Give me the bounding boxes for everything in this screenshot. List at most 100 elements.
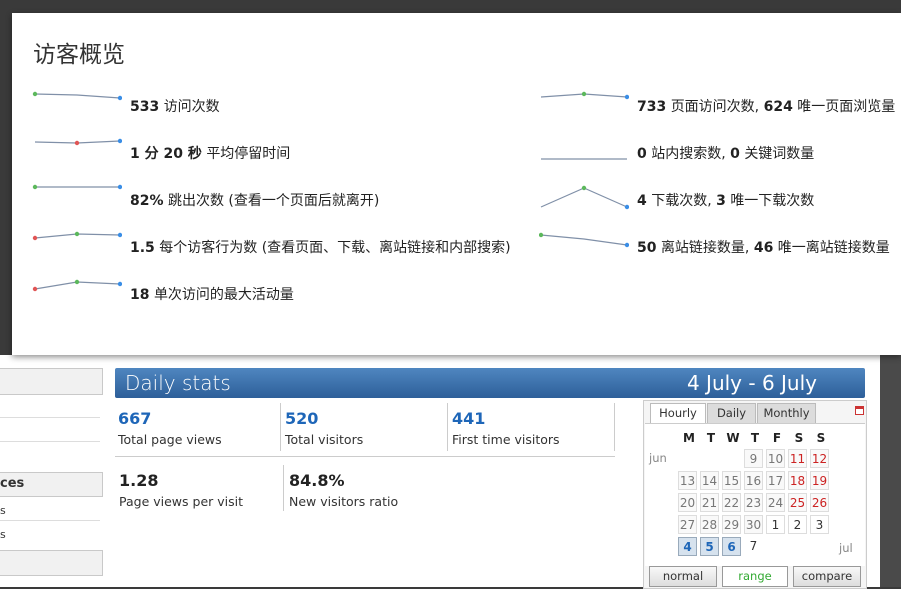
- dashboard-main: ces s s Daily stats 4 July - 6 July 667 …: [0, 355, 880, 589]
- metric-bounce-rate: 82% 跳出次数 (查看一个页面后就离开): [32, 183, 492, 213]
- stat-label: Total visitors: [285, 432, 364, 447]
- metric-value-2: 624: [763, 99, 793, 115]
- metric-label-2: 关键词数量: [744, 146, 815, 162]
- stat-new-visitors-ratio: 84.8% New visitors ratio: [289, 471, 398, 509]
- metric-label-2: 唯一离站链接数量: [777, 240, 890, 256]
- sparkline: [32, 231, 122, 241]
- stat-value: 667: [118, 409, 152, 428]
- calendar-day[interactable]: 18: [788, 471, 807, 490]
- metric-label: 单次访问的最大活动量: [153, 287, 294, 303]
- daily-stats-dashboard: ces s s Daily stats 4 July - 6 July 667 …: [0, 355, 901, 589]
- calendar-day[interactable]: 11: [788, 449, 807, 468]
- calendar-day[interactable]: 12: [810, 449, 829, 468]
- sparkline: [540, 185, 629, 210]
- tab-daily[interactable]: Daily: [707, 403, 756, 423]
- divider: [447, 403, 448, 451]
- calendar-day[interactable]: 14: [700, 471, 719, 490]
- weekday-label: S: [816, 431, 826, 445]
- calendar-day[interactable]: 30: [744, 515, 763, 534]
- stat-label: New visitors ratio: [289, 494, 399, 509]
- date-range-label: 4 July - 6 July: [686, 371, 817, 395]
- metric-text: 533 访问次数: [130, 96, 220, 116]
- calendar-day[interactable]: 24: [766, 493, 785, 512]
- calendar-day[interactable]: 23: [744, 493, 763, 512]
- sidebar-section-heading[interactable]: ces: [0, 472, 103, 497]
- metric-value-2: 46: [753, 240, 774, 256]
- calendar-icon[interactable]: [855, 406, 864, 415]
- calendar-day[interactable]: 6: [722, 537, 741, 556]
- stat-value: 84.8%: [289, 471, 345, 490]
- weekday-label: S: [794, 431, 804, 445]
- daily-stats-title: Daily stats: [125, 371, 231, 395]
- stat-value: 1.28: [119, 471, 159, 490]
- calendar-day[interactable]: 1: [766, 515, 785, 534]
- sidebar-heading-label: ces: [0, 476, 25, 491]
- sparkline: [34, 138, 122, 146]
- metric-value: 82%: [130, 193, 164, 209]
- metric-label: 平均停留时间: [206, 146, 291, 162]
- sparkline: [540, 91, 629, 100]
- metric-text: 1 分 20 秒 平均停留时间: [130, 143, 290, 163]
- month-label-end: jul: [839, 541, 853, 555]
- weekday-label: W: [726, 431, 740, 445]
- right-gutter: [880, 355, 901, 587]
- sidebar-item[interactable]: s: [0, 528, 6, 541]
- sparkline: [541, 158, 627, 160]
- metric-label: 访问次数: [163, 99, 220, 115]
- calendar-day[interactable]: 3: [810, 515, 829, 534]
- metric-visits: 533 访问次数: [32, 89, 492, 119]
- calendar-day[interactable]: 9: [744, 449, 763, 468]
- weekday-label: T: [750, 431, 760, 445]
- range-button[interactable]: range: [722, 566, 788, 587]
- sparkline: [32, 184, 122, 190]
- calendar-day[interactable]: 2: [788, 515, 807, 534]
- calendar-day[interactable]: 5: [700, 537, 719, 556]
- sparkline: [32, 91, 122, 101]
- metric-text: 4 下载次数, 3 唯一下载次数: [637, 190, 814, 210]
- sidebar-box-2[interactable]: [0, 550, 103, 576]
- calendar-day[interactable]: 25: [788, 493, 807, 512]
- month-label-start: jun: [649, 451, 667, 465]
- calendar-day[interactable]: 7: [744, 537, 763, 556]
- calendar-day[interactable]: 27: [678, 515, 697, 534]
- calendar-day[interactable]: 17: [766, 471, 785, 490]
- tab-monthly[interactable]: Monthly: [757, 403, 816, 423]
- metric-pageviews: 733 页面访问次数, 624 唯一页面浏览量: [539, 89, 901, 119]
- divider: [283, 465, 284, 511]
- tab-hourly[interactable]: Hourly: [650, 403, 706, 423]
- metric-text: 0 站内搜索数, 0 关键词数量: [637, 143, 814, 163]
- metric-label: 离站链接数量,: [660, 240, 750, 256]
- compare-button[interactable]: compare: [793, 566, 861, 587]
- metric-label: 跳出次数 (查看一个页面后就离开): [167, 193, 380, 209]
- calendar-day[interactable]: 15: [722, 471, 741, 490]
- calendar-day[interactable]: 16: [744, 471, 763, 490]
- calendar-day[interactable]: 13: [678, 471, 697, 490]
- calendar-day[interactable]: 21: [700, 493, 719, 512]
- metric-max-actions: 18 单次访问的最大活动量: [32, 277, 492, 307]
- calendar-day[interactable]: 10: [766, 449, 785, 468]
- metric-label: 每个访客行为数 (查看页面、下载、离站链接和内部搜索): [159, 240, 511, 256]
- metric-actions-per-visit: 1.5 每个访客行为数 (查看页面、下载、离站链接和内部搜索): [32, 230, 512, 260]
- calendar-day[interactable]: 26: [810, 493, 829, 512]
- calendar-day[interactable]: 29: [722, 515, 741, 534]
- metric-label: 站内搜索数,: [651, 146, 726, 162]
- metric-value: 733: [637, 99, 667, 115]
- stat-page-views-per-visit: 1.28 Page views per visit: [119, 471, 243, 509]
- metric-text: 50 离站链接数量, 46 唯一离站链接数量: [637, 237, 890, 257]
- sidebar-item[interactable]: s: [0, 504, 6, 517]
- weekday-label: M: [683, 431, 695, 445]
- metric-text: 733 页面访问次数, 624 唯一页面浏览量: [637, 96, 895, 116]
- calendar-day[interactable]: 22: [722, 493, 741, 512]
- metric-value: 1.5: [130, 240, 155, 256]
- sidebar-box-1[interactable]: [0, 368, 103, 395]
- metric-outlinks: 50 离站链接数量, 46 唯一离站链接数量: [539, 230, 901, 260]
- calendar-day[interactable]: 20: [678, 493, 697, 512]
- calendar-day[interactable]: 28: [700, 515, 719, 534]
- calendar-day[interactable]: 19: [810, 471, 829, 490]
- calendar-day[interactable]: 4: [678, 537, 697, 556]
- metric-label: 页面访问次数,: [670, 99, 760, 115]
- stat-total-page-views: 667 Total page views: [118, 409, 222, 447]
- metric-label: 下载次数,: [651, 193, 712, 209]
- normal-button[interactable]: normal: [649, 566, 717, 587]
- metric-value: 533: [130, 99, 160, 115]
